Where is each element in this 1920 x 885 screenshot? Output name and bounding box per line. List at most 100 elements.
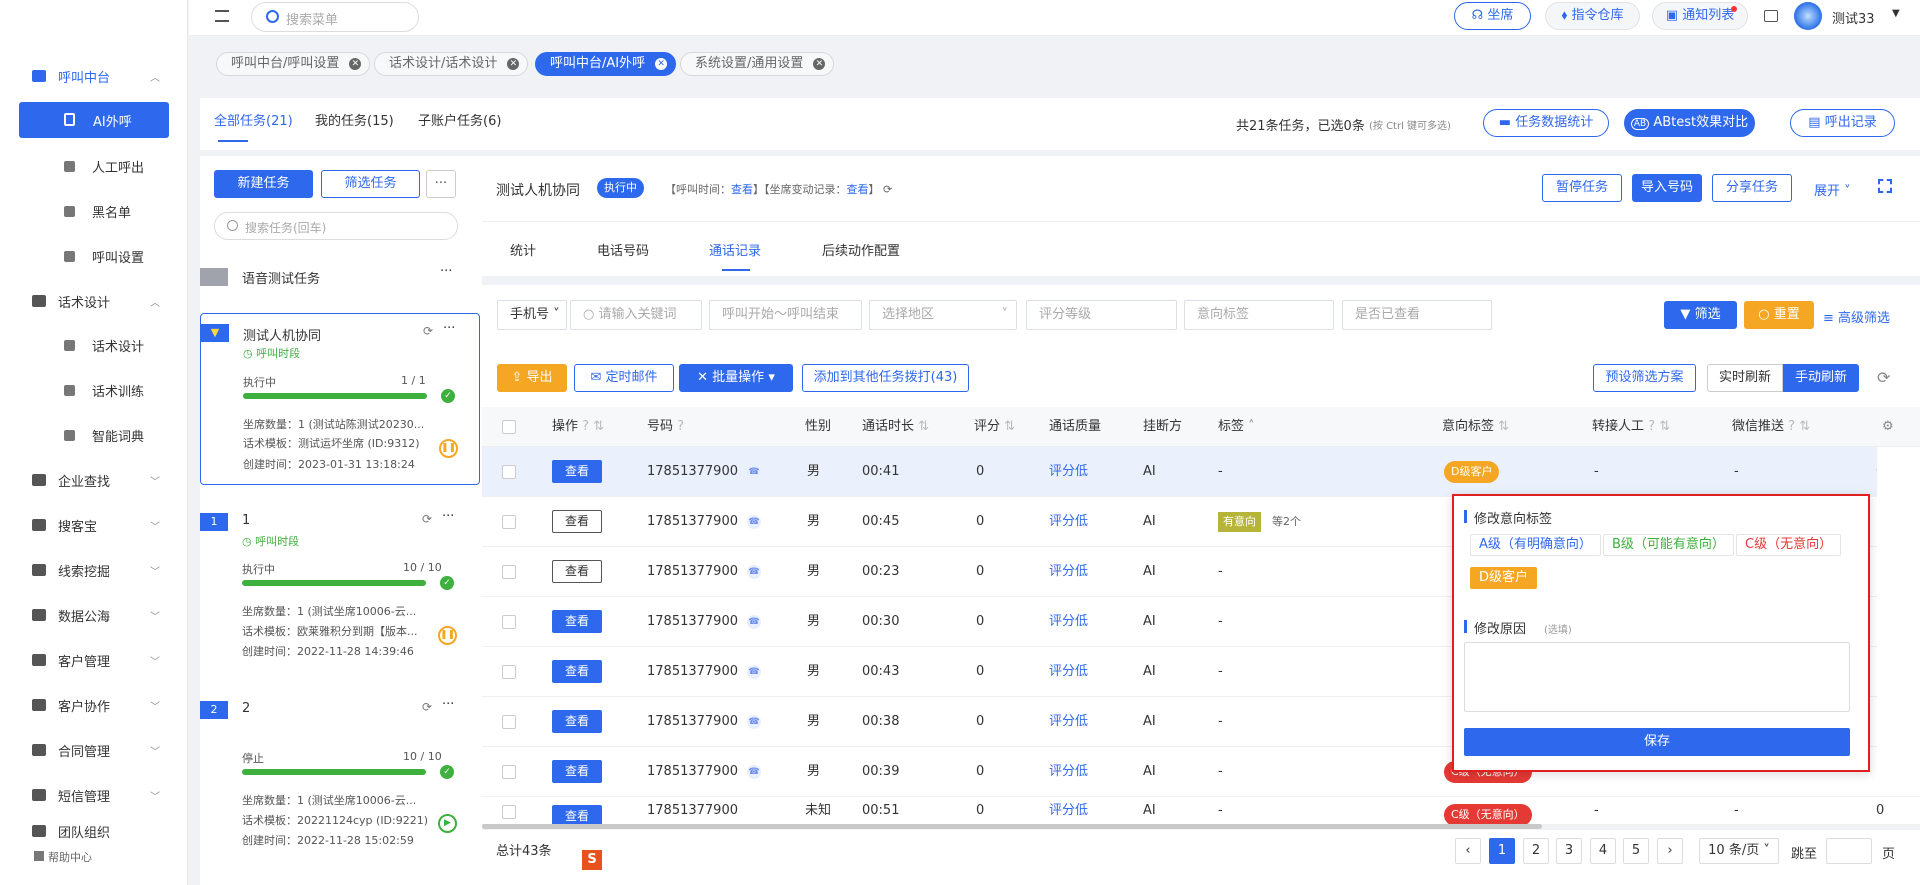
more-icon[interactable]: ··· (443, 321, 455, 336)
tab-stats[interactable]: 统计 (510, 240, 536, 259)
prev-page-button[interactable]: ‹ (1455, 838, 1481, 864)
task-stats-button[interactable]: ▬ 任务数据统计 (1483, 109, 1609, 137)
page-button[interactable]: 1 (1489, 838, 1515, 864)
screen-icon[interactable] (1764, 10, 1778, 22)
close-icon[interactable]: ✕ (507, 58, 520, 70)
manual-refresh-toggle[interactable]: 手动刷新 (1783, 364, 1859, 392)
row-checkbox[interactable] (502, 765, 516, 779)
more-icon[interactable]: ··· (440, 264, 452, 279)
row-checkbox[interactable] (502, 465, 516, 479)
intent-tag-select[interactable]: 意向标签 (1184, 300, 1334, 330)
keyword-input[interactable]: ○ 请输入关键词 (570, 300, 702, 330)
intent-option-b[interactable]: B级（可能有意向） (1603, 534, 1734, 556)
view-button[interactable]: 查看 (552, 760, 602, 783)
more-icon[interactable]: ··· (442, 509, 454, 524)
sidebar-item-leads[interactable]: 线索挖掘 ﹀ (0, 552, 188, 588)
import-numbers-button[interactable]: 导入号码 (1632, 174, 1702, 202)
tab-sub-tasks[interactable]: 子账户任务(6) (418, 110, 501, 129)
col-phone[interactable]: 号码 ? (647, 407, 684, 447)
phone-icon[interactable]: ☎ (747, 565, 761, 579)
view-button[interactable]: 查看 (552, 460, 602, 483)
sidebar-item-sms[interactable]: 短信管理 ﹀ (0, 777, 188, 813)
page-tab-script-design[interactable]: 话术设计/话术设计 ✕ (374, 52, 529, 76)
phone-type-select[interactable]: 手机号 ˅ (497, 300, 567, 330)
batch-ops-button[interactable]: ✕ 批量操作 ▾ (679, 364, 793, 392)
table-row[interactable]: 查看 17851377900 ☎ 男 00:41 0 评分低 AI - D级客户… (482, 447, 1920, 497)
page-tab-general-settings[interactable]: 系统设置/通用设置 ✕ (680, 52, 835, 76)
phone-icon[interactable]: ☎ (747, 615, 761, 629)
next-page-button[interactable]: › (1657, 838, 1683, 864)
intent-option-d-selected[interactable]: D级客户 (1470, 567, 1538, 589)
pause-icon[interactable]: ❚❚ (439, 439, 458, 458)
col-actions[interactable]: 操作 ? ⇅ (552, 407, 604, 447)
phone-icon[interactable]: ☎ (747, 765, 761, 779)
select-all-checkbox[interactable] (502, 420, 516, 434)
phone-icon[interactable]: ☎ (747, 715, 761, 729)
sidebar-item-ai-call[interactable]: AI外呼 (19, 102, 169, 138)
sidebar-item-contracts[interactable]: 合同管理 ﹀ (0, 732, 188, 768)
col-transfer[interactable]: 转接人工 ? ⇅ (1592, 407, 1670, 447)
sidebar-item-customers[interactable]: 客户管理 ﹀ (0, 642, 188, 678)
tab-my-tasks[interactable]: 我的任务(15) (315, 110, 394, 129)
pause-icon[interactable]: ❚❚ (438, 626, 457, 645)
sidebar-item-script-train[interactable]: 话术训练 (0, 372, 188, 408)
close-icon[interactable]: ✕ (349, 58, 362, 70)
abtest-button[interactable]: AB ABtest效果对比 (1624, 109, 1755, 137)
tab-all-tasks[interactable]: 全部任务(21) (214, 110, 293, 129)
intent-tag[interactable]: C级（无意向） (1444, 804, 1532, 824)
realtime-refresh-toggle[interactable]: 实时刷新 (1707, 364, 1783, 392)
grade-select[interactable]: 评分等级 (1026, 300, 1177, 330)
view-button[interactable]: 查看 (552, 805, 602, 824)
sidebar-item-data-sea[interactable]: 数据公海 ﹀ (0, 597, 188, 633)
viewed-select[interactable]: 是否已查看 (1342, 300, 1492, 330)
preset-filter-button[interactable]: 预设筛选方案 (1593, 364, 1696, 392)
col-wechat[interactable]: 微信推送 ? ⇅ (1732, 407, 1810, 447)
refresh-icon[interactable]: ⟳ (422, 700, 432, 714)
col-intent[interactable]: 意向标签 ⇅ (1442, 407, 1509, 447)
filter-task-button[interactable]: 筛选任务 (321, 170, 420, 198)
sidebar-item-collab[interactable]: 客户协作 ﹀ (0, 687, 188, 723)
pause-task-button[interactable]: 暂停任务 (1542, 174, 1622, 202)
page-button[interactable]: 2 (1523, 838, 1549, 864)
horizontal-scrollbar[interactable] (482, 824, 1542, 829)
refresh-icon[interactable]: ⟳ (423, 324, 433, 338)
view-button[interactable]: 查看 (552, 710, 602, 733)
reset-button[interactable]: ○ 重置 (1744, 301, 1814, 329)
sidebar-item-team[interactable]: 团队组织 (0, 822, 188, 840)
task-search-input[interactable]: 搜索任务(回车) (214, 212, 458, 240)
filter-button[interactable]: ▼ 筛选 (1664, 301, 1737, 329)
sidebar-item-script-design[interactable]: 话术设计 ︿ (0, 283, 188, 319)
refresh-icon[interactable]: ⟳ (1877, 368, 1890, 387)
sidebar-item-blacklist[interactable]: 黑名单 (0, 193, 188, 229)
sidebar-item-enterprise[interactable]: 企业查找 ﹀ (0, 462, 188, 498)
menu-toggle-icon[interactable] (215, 10, 229, 22)
table-row[interactable]: 查看 17851377900 未知 00:51 0 评分低 AI - C级（无意… (482, 797, 1920, 825)
refresh-icon[interactable]: ⟳ (422, 512, 432, 526)
settings-icon[interactable]: ⚙ (1882, 407, 1894, 447)
notice-list-button[interactable]: ▣ 通知列表 (1652, 2, 1748, 30)
phone-icon[interactable]: ☎ (747, 515, 761, 529)
page-button[interactable]: 3 (1556, 838, 1582, 864)
task-card[interactable]: ▼ 测试人机协同 ⟳ ··· ◷ 呼叫时段 执行中 1 / 1 ✓ 坐席数量：1… (200, 313, 480, 485)
tab-phone-numbers[interactable]: 电话号码 (597, 240, 649, 259)
play-icon[interactable]: ▶ (438, 814, 457, 833)
col-tags[interactable]: 标签 ˄ (1218, 407, 1255, 447)
tab-follow-up-actions[interactable]: 后续动作配置 (822, 240, 900, 259)
advanced-filter-link[interactable]: ≡ 高级筛选 (1823, 307, 1890, 326)
fullscreen-icon[interactable] (1878, 179, 1892, 193)
close-icon[interactable]: ✕ (655, 58, 668, 70)
phone-icon[interactable]: ☎ (747, 665, 761, 679)
reason-textarea[interactable] (1464, 642, 1850, 712)
page-size-select[interactable]: 10 条/页 ˅ (1699, 838, 1779, 864)
sidebar-item-sokebao[interactable]: 搜客宝 ﹀ (0, 507, 188, 543)
chevron-down-icon[interactable]: ▼ (1892, 8, 1900, 19)
help-center-link[interactable]: 帮助中心 (34, 849, 92, 865)
seat-button[interactable]: ☊ 坐席 (1454, 2, 1531, 30)
sidebar-item-manual-call[interactable]: 人工呼出 (0, 148, 188, 184)
row-checkbox[interactable] (502, 715, 516, 729)
more-button[interactable]: ··· (426, 170, 456, 198)
time-range-picker[interactable]: 呼叫开始～呼叫结束 (709, 300, 862, 330)
intent-option-c[interactable]: C级（无意向） (1736, 534, 1842, 556)
task-card[interactable]: 1 1 ⟳ ··· ◷ 呼叫时段 执行中 10 / 10 ✓ 坐席数量：1 (测… (200, 500, 480, 660)
view-button[interactable]: 查看 (552, 560, 602, 583)
